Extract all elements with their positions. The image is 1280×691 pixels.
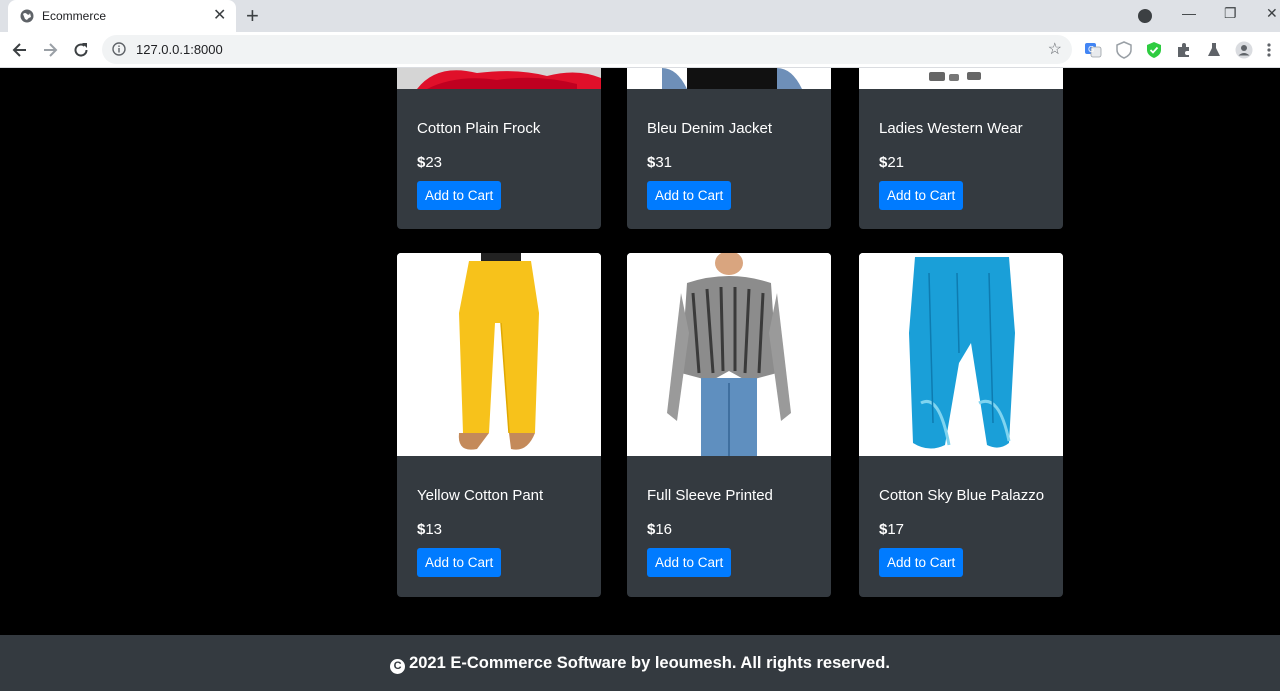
product-card: Bleu Denim Jacket $31 Add to Cart xyxy=(627,68,831,229)
product-card: Ladies Western Wear $21 Add to Cart xyxy=(859,68,1063,229)
product-image xyxy=(397,253,601,456)
footer: C 2021 E-Commerce Software by leoumesh. A… xyxy=(0,635,1280,691)
shield-outline-extension-icon[interactable] xyxy=(1115,41,1133,59)
product-image xyxy=(397,68,601,89)
profile-avatar-icon[interactable] xyxy=(1235,41,1253,59)
price-amount: 17 xyxy=(887,521,905,538)
page-content: Cotton Plain Frock $23 Add to Cart Bleu … xyxy=(0,68,1280,691)
add-to-cart-button[interactable]: Add to Cart xyxy=(879,181,964,210)
back-icon[interactable] xyxy=(10,40,30,60)
new-tab-icon[interactable]: + xyxy=(246,3,259,29)
product-name[interactable]: Cotton Plain Frock xyxy=(417,120,540,137)
product-name[interactable]: Bleu Denim Jacket xyxy=(647,120,772,137)
product-price: $23 xyxy=(417,154,442,171)
product-card: Full Sleeve Printed $16 Add to Cart xyxy=(627,253,831,597)
product-image xyxy=(859,68,1063,89)
price-amount: 16 xyxy=(655,521,673,538)
add-to-cart-button[interactable]: Add to Cart xyxy=(879,548,964,577)
add-to-cart-button[interactable]: Add to Cart xyxy=(417,548,502,577)
reload-icon[interactable] xyxy=(71,40,91,60)
add-to-cart-button[interactable]: Add to Cart xyxy=(647,181,732,210)
product-image xyxy=(859,253,1063,456)
translate-extension-icon[interactable]: G xyxy=(1084,41,1102,59)
price-amount: 31 xyxy=(655,154,673,171)
price-amount: 13 xyxy=(425,521,443,538)
browser-tab[interactable]: Ecommerce ✕ xyxy=(8,0,236,32)
product-price: $13 xyxy=(417,521,442,538)
footer-copyright-text: 2021 E-Commerce Software by leoumesh. Al… xyxy=(409,654,890,672)
address-bar[interactable]: 127.0.0.1:8000 ☆ xyxy=(102,35,1072,64)
browser-tabbar: Ecommerce ✕ + — ❐ ✕ xyxy=(0,0,1280,32)
product-name[interactable]: Ladies Western Wear xyxy=(879,120,1023,137)
footer-text: C 2021 E-Commerce Software by leoumesh. A… xyxy=(0,654,1280,674)
tab-close-icon[interactable]: ✕ xyxy=(213,6,226,26)
url-text: 127.0.0.1:8000 xyxy=(136,42,223,57)
price-amount: 21 xyxy=(887,154,905,171)
shield-check-extension-icon[interactable] xyxy=(1145,41,1163,59)
product-price: $17 xyxy=(879,521,904,538)
product-price: $16 xyxy=(647,521,672,538)
copyright-icon: C xyxy=(390,659,406,674)
product-name[interactable]: Yellow Cotton Pant xyxy=(417,487,543,504)
product-image xyxy=(627,68,831,89)
product-image xyxy=(627,253,831,456)
svg-text:G: G xyxy=(1088,45,1094,54)
menu-kebab-icon[interactable] xyxy=(1264,41,1274,59)
forward-icon[interactable] xyxy=(40,40,60,60)
minimize-icon[interactable]: — xyxy=(1182,5,1196,21)
site-info-icon[interactable] xyxy=(112,42,126,56)
tab-title: Ecommerce xyxy=(42,9,107,23)
add-to-cart-button[interactable]: Add to Cart xyxy=(417,181,502,210)
add-to-cart-button[interactable]: Add to Cart xyxy=(647,548,732,577)
price-amount: 23 xyxy=(425,154,443,171)
product-card: Yellow Cotton Pant $13 Add to Cart xyxy=(397,253,601,597)
product-price: $21 xyxy=(879,154,904,171)
product-name[interactable]: Full Sleeve Printed xyxy=(647,487,773,504)
product-price: $31 xyxy=(647,154,672,171)
tab-search-icon[interactable] xyxy=(1138,9,1152,23)
browser-toolbar: 127.0.0.1:8000 ☆ G xyxy=(0,32,1280,68)
labs-flask-icon[interactable] xyxy=(1205,41,1223,59)
product-card: Cotton Sky Blue Palazzo $17 Add to Cart xyxy=(859,253,1063,597)
window-close-icon[interactable]: ✕ xyxy=(1266,5,1278,22)
restore-icon[interactable]: ❐ xyxy=(1224,5,1237,22)
bookmark-star-icon[interactable]: ☆ xyxy=(1048,39,1062,59)
globe-icon xyxy=(20,9,34,23)
extensions-puzzle-icon[interactable] xyxy=(1175,41,1193,59)
product-card: Cotton Plain Frock $23 Add to Cart xyxy=(397,68,601,229)
product-name[interactable]: Cotton Sky Blue Palazzo xyxy=(879,487,1044,504)
